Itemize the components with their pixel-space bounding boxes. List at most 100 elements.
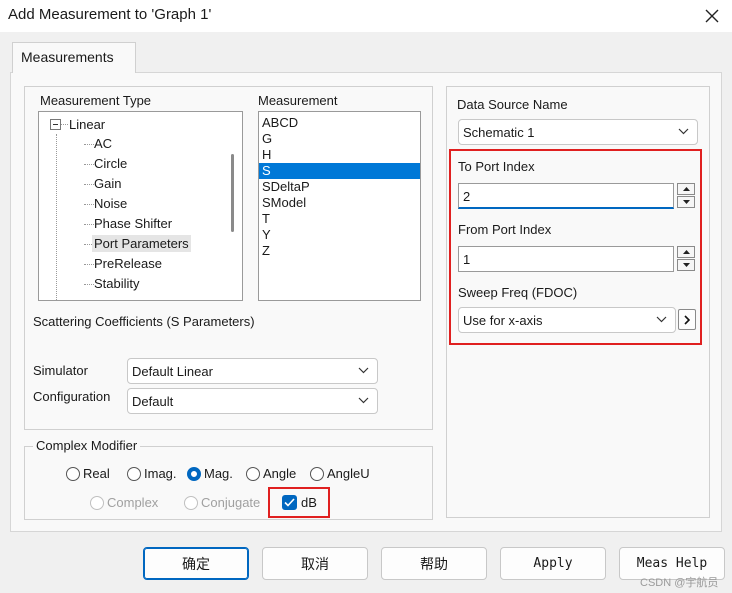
chevron-down-icon <box>358 397 369 404</box>
from-port-label: From Port Index <box>458 222 552 237</box>
from-port-input[interactable]: 1 <box>458 246 674 272</box>
arrow-down-icon <box>682 200 690 204</box>
meas-help-label: Meas Help <box>636 556 708 571</box>
tree-connector <box>84 284 94 285</box>
from-port-value: 1 <box>463 252 471 267</box>
sweep-details-button[interactable] <box>678 309 696 330</box>
configuration-label: Configuration <box>33 389 111 404</box>
data-source-value: Schematic 1 <box>463 125 535 140</box>
tree-item-prerelease[interactable]: PreRelease <box>94 256 162 271</box>
radio-angle[interactable]: Angle <box>246 466 296 481</box>
watermark: CSDN @宇航员 <box>640 577 719 589</box>
tree-item-gain[interactable]: Gain <box>94 176 121 191</box>
list-item[interactable]: ABCD <box>259 115 420 131</box>
radio-label: Conjugate <box>201 495 261 510</box>
radio-real[interactable]: Real <box>66 466 110 481</box>
tree-connector <box>84 204 94 205</box>
measurement-list[interactable]: ABCD G H S SDeltaP SModel T Y Z <box>258 111 421 301</box>
tree-scrollbar-thumb[interactable] <box>231 154 234 232</box>
tree-connector <box>84 144 94 145</box>
chevron-down-icon <box>678 128 689 135</box>
list-item[interactable]: T <box>259 211 420 227</box>
radio-circle <box>310 466 324 481</box>
tree-connector <box>84 264 94 265</box>
cancel-button[interactable]: 取消 <box>262 547 368 580</box>
radio-label: Angle <box>263 466 297 481</box>
measurement-type-tree[interactable]: Linear AC Circle Gain Noise Phase Shifte… <box>38 111 243 301</box>
to-port-value: 2 <box>463 189 471 204</box>
db-label: dB <box>301 495 317 510</box>
radio-complex: Complex <box>90 495 158 510</box>
radio-circle <box>127 466 141 481</box>
radio-angleu[interactable]: AngleU <box>310 466 370 481</box>
configuration-value: Default <box>132 394 174 409</box>
configuration-select[interactable]: Default <box>127 388 378 414</box>
arrow-down-icon <box>682 263 690 267</box>
to-port-increment-button[interactable] <box>677 183 695 195</box>
simulator-select[interactable]: Default Linear <box>127 358 378 384</box>
measurement-description: Scattering Coefficients (S Parameters) <box>33 314 255 329</box>
to-port-label: To Port Index <box>458 159 535 174</box>
sweep-value: Use for x-axis <box>463 313 543 328</box>
help-label: 帮助 <box>420 555 448 572</box>
to-port-input[interactable]: 2 <box>458 183 674 209</box>
radio-mag[interactable]: Mag. <box>187 466 233 481</box>
data-source-select[interactable]: Schematic 1 <box>458 119 698 145</box>
list-item[interactable]: H <box>259 147 420 163</box>
sweep-select[interactable]: Use for x-axis <box>458 307 676 333</box>
checkbox-check-icon <box>282 495 297 510</box>
title-bar: Add Measurement to 'Graph 1' <box>0 0 732 32</box>
radio-conjugate: Conjugate <box>184 495 260 510</box>
chevron-right-icon <box>684 314 690 325</box>
list-item[interactable]: Y <box>259 227 420 243</box>
list-item-selected[interactable]: S <box>259 163 420 179</box>
tree-item-circle[interactable]: Circle <box>94 156 127 171</box>
close-icon <box>705 9 719 23</box>
tab-measurements[interactable]: Measurements <box>12 42 136 73</box>
tree-item-ac[interactable]: AC <box>94 136 112 151</box>
radio-label: Mag. <box>204 466 233 481</box>
list-item[interactable]: Z <box>259 243 420 259</box>
tab-label: Measurements <box>21 49 114 65</box>
radio-circle <box>246 466 260 481</box>
from-port-decrement-button[interactable] <box>677 259 695 271</box>
close-button[interactable] <box>696 0 728 32</box>
tree-item-linear[interactable]: Linear <box>69 117 105 132</box>
simulator-value: Default Linear <box>132 364 213 379</box>
measurement-type-label: Measurement Type <box>40 93 152 108</box>
simulator-label: Simulator <box>33 363 88 378</box>
tree-connector <box>61 124 68 125</box>
radio-circle <box>66 466 80 481</box>
ok-button[interactable]: 确定 <box>143 547 249 580</box>
arrow-up-icon <box>682 187 690 191</box>
radio-label: Real <box>83 466 110 481</box>
radio-circle-selected <box>187 466 201 481</box>
radio-label: Complex <box>107 495 159 510</box>
radio-label: AngleU <box>327 466 370 481</box>
tree-item-noise[interactable]: Noise <box>94 196 127 211</box>
radio-circle <box>90 495 104 510</box>
tree-item-stability[interactable]: Stability <box>94 276 140 291</box>
sweep-label: Sweep Freq (FDOC) <box>458 285 578 300</box>
to-port-decrement-button[interactable] <box>677 196 695 208</box>
help-button[interactable]: 帮助 <box>381 547 487 580</box>
apply-button[interactable]: Apply <box>500 547 606 580</box>
tree-item-phase-shifter[interactable]: Phase Shifter <box>94 216 172 231</box>
db-checkbox[interactable]: dB <box>282 495 317 510</box>
tree-connector <box>84 224 94 225</box>
list-item[interactable]: SDeltaP <box>259 179 420 195</box>
list-item[interactable]: SModel <box>259 195 420 211</box>
measurement-label: Measurement <box>258 93 338 108</box>
cancel-label: 取消 <box>301 555 329 572</box>
tree-item-port-parameters[interactable]: Port Parameters <box>92 235 191 252</box>
from-port-increment-button[interactable] <box>677 246 695 258</box>
tree-connector <box>84 164 94 165</box>
tree-minus-icon[interactable] <box>50 119 61 130</box>
list-item[interactable]: G <box>259 131 420 147</box>
radio-circle <box>184 495 198 510</box>
radio-imag[interactable]: Imag. <box>127 466 177 481</box>
radio-label: Imag. <box>144 466 177 481</box>
data-source-label: Data Source Name <box>457 97 568 112</box>
arrow-up-icon <box>682 250 690 254</box>
chevron-down-icon <box>358 367 369 374</box>
